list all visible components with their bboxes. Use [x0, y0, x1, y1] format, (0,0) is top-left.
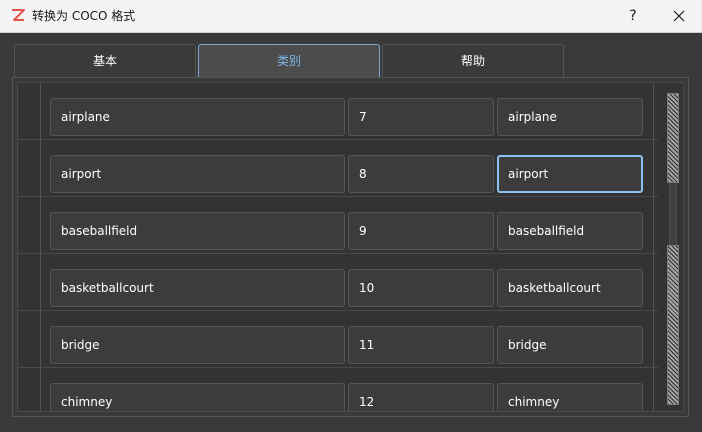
window-title: 转换为 COCO 格式: [32, 9, 136, 23]
title-bar: 转换为 COCO 格式 ?: [0, 0, 702, 33]
category-id-field[interactable]: 10: [348, 269, 494, 307]
category-row: airplane 7 airplane: [18, 83, 658, 140]
category-id-field[interactable]: 9: [348, 212, 494, 250]
tab-categories[interactable]: 类别: [198, 44, 380, 77]
category-name-field[interactable]: airplane: [50, 98, 345, 136]
category-label-field[interactable]: bridge: [497, 326, 643, 364]
category-name-field[interactable]: bridge: [50, 326, 345, 364]
close-icon: [673, 10, 685, 22]
category-name-field[interactable]: baseballfield: [50, 212, 345, 250]
categories-pane: airplane 7 airplane airport 8 airport ba…: [12, 77, 689, 417]
category-row: airport 8 airport: [18, 140, 658, 197]
category-list: airplane 7 airplane airport 8 airport ba…: [18, 83, 658, 411]
category-name-field[interactable]: airport: [50, 155, 345, 193]
scrollbar-page-down-area[interactable]: [667, 245, 679, 405]
tab-basic[interactable]: 基本: [14, 44, 196, 77]
category-label-field[interactable]: basketballcourt: [497, 269, 643, 307]
category-id-field[interactable]: 8: [348, 155, 494, 193]
scrollbar-page-up-area[interactable]: [667, 93, 679, 183]
category-label-field[interactable]: chimney: [497, 383, 643, 411]
convert-to-coco-dialog: 转换为 COCO 格式 ? 基本 类别 帮助 airplane 7 airpla…: [0, 0, 702, 432]
category-id-field[interactable]: 11: [348, 326, 494, 364]
scrollbar-handle[interactable]: [669, 183, 677, 245]
category-scroll-area[interactable]: airplane 7 airplane airport 8 airport ba…: [17, 82, 684, 412]
vertical-scrollbar[interactable]: [666, 93, 680, 405]
tab-help[interactable]: 帮助: [382, 44, 564, 77]
category-label-field-focused[interactable]: airport: [497, 155, 643, 193]
category-row: baseballfield 9 baseballfield: [18, 197, 658, 254]
help-button[interactable]: ?: [610, 0, 656, 32]
category-label-field[interactable]: airplane: [497, 98, 643, 136]
category-row: basketballcourt 10 basketballcourt: [18, 254, 658, 311]
category-name-field[interactable]: basketballcourt: [50, 269, 345, 307]
category-name-field[interactable]: chimney: [50, 383, 345, 411]
category-row: bridge 11 bridge: [18, 311, 658, 368]
category-id-field[interactable]: 12: [348, 383, 494, 411]
category-id-field[interactable]: 7: [348, 98, 494, 136]
z-logo-icon: [12, 9, 25, 21]
close-button[interactable]: [656, 0, 702, 32]
category-row: chimney 12 chimney: [18, 368, 658, 411]
category-label-field[interactable]: baseballfield: [497, 212, 643, 250]
